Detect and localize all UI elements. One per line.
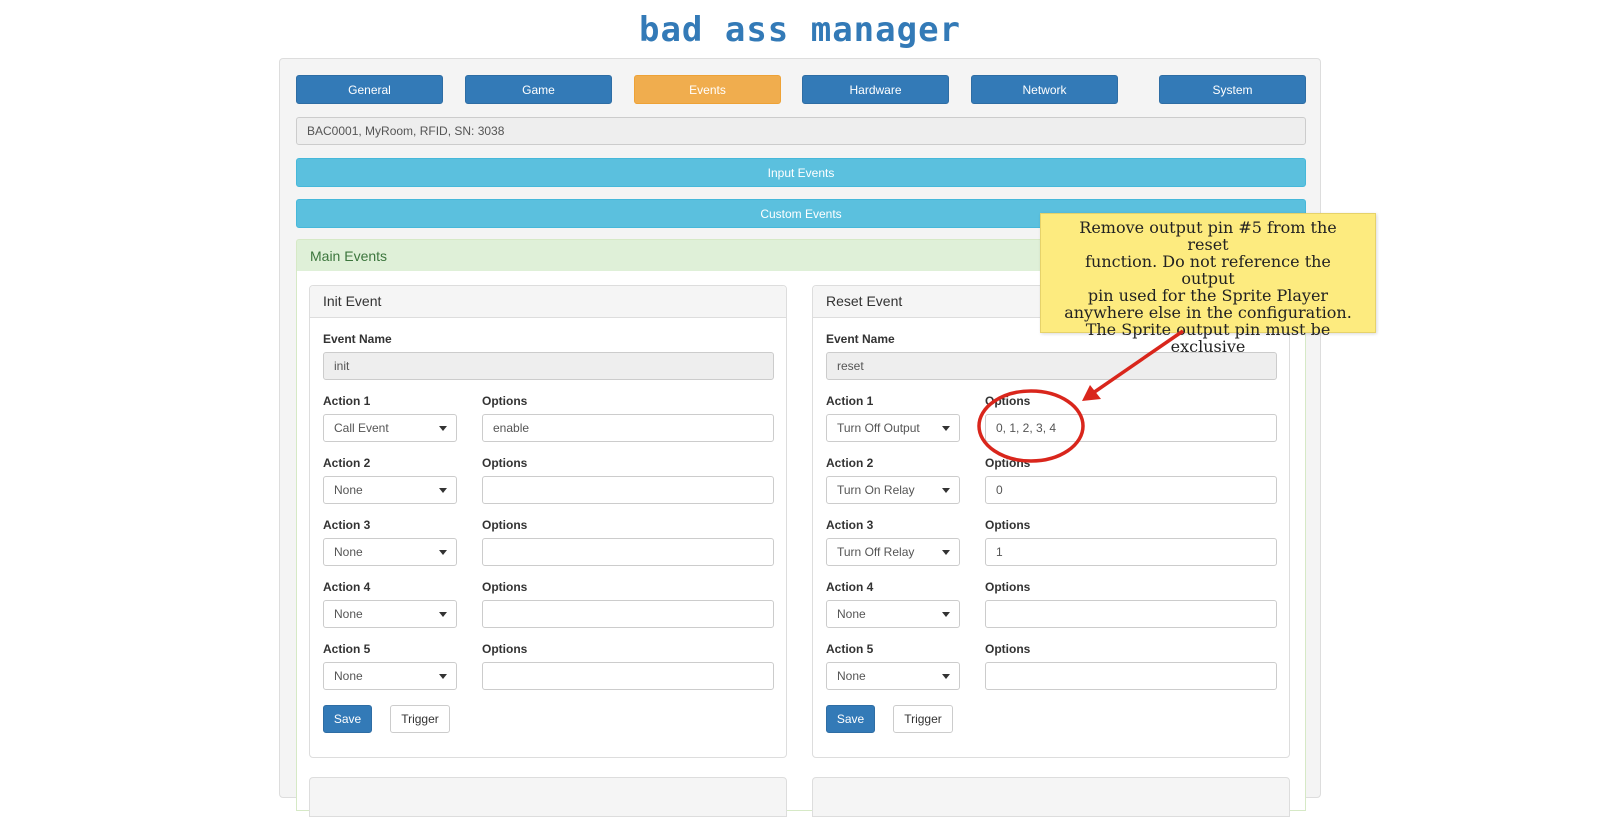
next-event-panel-left (309, 777, 787, 817)
init-action-3-select[interactable]: None (323, 538, 457, 566)
action-3-label: Action 3 (323, 518, 371, 532)
reset-action-5-select[interactable]: None (826, 662, 960, 690)
init-options-2-input[interactable] (482, 476, 774, 504)
note-line: exclusive (1170, 337, 1246, 356)
select-value: None (334, 669, 363, 683)
caret-down-icon (439, 674, 447, 679)
annotation-note: Remove output pin #5 from the reset func… (1040, 213, 1376, 355)
caret-down-icon (439, 612, 447, 617)
init-trigger-button[interactable]: Trigger (390, 705, 450, 733)
event-name-label: Event Name (323, 332, 392, 346)
tab-game[interactable]: Game (465, 75, 612, 104)
caret-down-icon (942, 674, 950, 679)
init-event-panel: Init Event Event Name init Action 1 Opti… (309, 285, 787, 758)
options-5-label: Options (482, 642, 528, 656)
action-1-label: Action 1 (323, 394, 371, 408)
reset-options-3-input[interactable]: 1 (985, 538, 1277, 566)
options-4-label: Options (985, 580, 1031, 594)
options-2-label: Options (482, 456, 528, 470)
action-4-label: Action 4 (323, 580, 371, 594)
note-line: function. Do not reference the output (1085, 252, 1331, 288)
action-5-label: Action 5 (826, 642, 874, 656)
action-2-label: Action 2 (323, 456, 371, 470)
options-2-label: Options (985, 456, 1031, 470)
note-line: anywhere else in the configuration. (1064, 303, 1352, 322)
reset-options-5-input[interactable] (985, 662, 1277, 690)
tab-system[interactable]: System (1159, 75, 1306, 104)
reset-options-1-input[interactable]: 0, 1, 2, 3, 4 (985, 414, 1277, 442)
init-options-5-input[interactable] (482, 662, 774, 690)
nav-tabs: General Game Events Hardware Network Sys… (296, 75, 1306, 104)
init-save-button[interactable]: Save (323, 705, 372, 733)
caret-down-icon (942, 550, 950, 555)
tab-general[interactable]: General (296, 75, 443, 104)
action-1-label: Action 1 (826, 394, 874, 408)
input-events-button[interactable]: Input Events (296, 158, 1306, 187)
init-options-1-input[interactable]: enable (482, 414, 774, 442)
options-1-label: Options (482, 394, 528, 408)
select-value: None (837, 669, 866, 683)
init-action-1-select[interactable]: Call Event (323, 414, 457, 442)
action-4-label: Action 4 (826, 580, 874, 594)
init-action-2-select[interactable]: None (323, 476, 457, 504)
select-value: Turn Off Relay (837, 545, 915, 559)
action-5-label: Action 5 (323, 642, 371, 656)
reset-trigger-button[interactable]: Trigger (893, 705, 953, 733)
caret-down-icon (942, 488, 950, 493)
reset-options-4-input[interactable] (985, 600, 1277, 628)
caret-down-icon (439, 550, 447, 555)
event-name-label: Event Name (826, 332, 895, 346)
init-event-name-field[interactable]: init (323, 352, 774, 380)
init-action-5-select[interactable]: None (323, 662, 457, 690)
options-5-label: Options (985, 642, 1031, 656)
reset-action-1-select[interactable]: Turn Off Output (826, 414, 960, 442)
init-action-4-select[interactable]: None (323, 600, 457, 628)
caret-down-icon (942, 426, 950, 431)
select-value: Turn Off Output (837, 421, 920, 435)
options-1-label: Options (985, 394, 1031, 408)
reset-action-4-select[interactable]: None (826, 600, 960, 628)
init-options-4-input[interactable] (482, 600, 774, 628)
caret-down-icon (439, 488, 447, 493)
reset-action-3-select[interactable]: Turn Off Relay (826, 538, 960, 566)
tab-hardware[interactable]: Hardware (802, 75, 949, 104)
next-event-panel-right (812, 777, 1290, 817)
reset-save-button[interactable]: Save (826, 705, 875, 733)
options-3-label: Options (482, 518, 528, 532)
note-line: pin used for the Sprite Player (1087, 286, 1329, 305)
tab-network[interactable]: Network (971, 75, 1118, 104)
reset-action-2-select[interactable]: Turn On Relay (826, 476, 960, 504)
select-value: None (334, 483, 363, 497)
main-container: General Game Events Hardware Network Sys… (279, 58, 1321, 817)
note-line: The Sprite output pin must be (1085, 320, 1331, 339)
select-value: None (837, 607, 866, 621)
options-4-label: Options (482, 580, 528, 594)
action-3-label: Action 3 (826, 518, 874, 532)
reset-options-2-input[interactable]: 0 (985, 476, 1277, 504)
device-info-field: BAC0001, MyRoom, RFID, SN: 3038 (296, 117, 1306, 145)
app-logo-title: bad ass manager (638, 10, 962, 50)
reset-event-name-field[interactable]: reset (826, 352, 1277, 380)
select-value: Call Event (334, 421, 389, 435)
select-value: None (334, 607, 363, 621)
note-line: Remove output pin #5 from the reset (1079, 218, 1337, 254)
action-2-label: Action 2 (826, 456, 874, 470)
options-3-label: Options (985, 518, 1031, 532)
init-event-title: Init Event (310, 286, 786, 318)
select-value: None (334, 545, 363, 559)
select-value: Turn On Relay (837, 483, 915, 497)
init-options-3-input[interactable] (482, 538, 774, 566)
caret-down-icon (942, 612, 950, 617)
tab-events[interactable]: Events (634, 75, 781, 104)
caret-down-icon (439, 426, 447, 431)
